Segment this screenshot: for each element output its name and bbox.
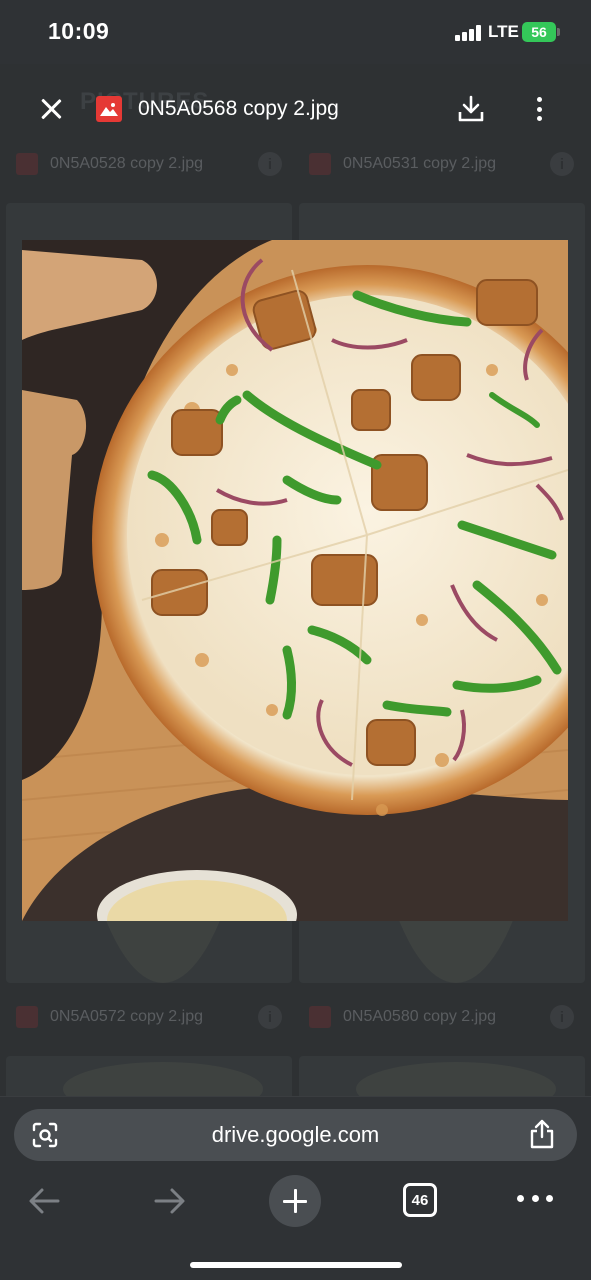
file-title: 0N5A0568 copy 2.jpg [138, 97, 339, 120]
url-bar[interactable]: drive.google.com [14, 1109, 577, 1161]
image-file-icon [309, 153, 331, 175]
home-indicator[interactable] [190, 1262, 402, 1268]
plus-icon[interactable] [269, 1175, 321, 1227]
preview-image [22, 240, 568, 921]
battery-tip [557, 28, 560, 36]
status-time: 10:09 [48, 18, 110, 44]
browser-toolbar: drive.google.com 46 [0, 1096, 591, 1280]
file-name: 0N5A0572 copy 2.jpg [50, 1008, 203, 1025]
file-item[interactable]: 0N5A0580 copy 2.jpg [309, 997, 496, 1037]
navigation-row: 46 [0, 1173, 591, 1229]
more-horizontal-icon[interactable] [517, 1194, 553, 1204]
signal-icon [455, 25, 483, 41]
status-bar: 10:09 LTE 56 [0, 0, 591, 64]
download-icon[interactable] [456, 94, 486, 124]
forward-arrow-icon[interactable] [152, 1185, 188, 1217]
tabs-icon[interactable]: 46 [403, 1183, 437, 1217]
viewer-header: 0N5A0568 copy 2.jpg [0, 80, 591, 140]
battery-level: 56 [531, 24, 547, 40]
info-icon[interactable]: i [550, 152, 574, 176]
battery-icon: 56 [522, 22, 556, 42]
share-icon[interactable] [528, 1119, 556, 1149]
image-file-icon [309, 1006, 331, 1028]
image-file-icon [96, 96, 122, 122]
file-item[interactable]: 0N5A0531 copy 2.jpg [309, 144, 496, 184]
info-icon[interactable]: i [550, 1005, 574, 1029]
image-file-icon [16, 153, 38, 175]
file-name: 0N5A0580 copy 2.jpg [343, 1008, 496, 1025]
screen: 10:09 LTE 56 PICTURES 0N5A0528 copy 2.jp… [0, 0, 591, 1280]
image-file-icon [16, 1006, 38, 1028]
file-name: 0N5A0531 copy 2.jpg [343, 155, 496, 172]
file-name: 0N5A0528 copy 2.jpg [50, 155, 203, 172]
file-thumbnail[interactable] [299, 1056, 585, 1096]
info-icon[interactable]: i [258, 1005, 282, 1029]
file-item[interactable]: 0N5A0572 copy 2.jpg [16, 997, 203, 1037]
file-item[interactable]: 0N5A0528 copy 2.jpg [16, 144, 203, 184]
network-label: LTE [488, 22, 519, 41]
info-icon[interactable]: i [258, 152, 282, 176]
tab-count: 46 [411, 1191, 429, 1209]
file-thumbnail[interactable] [6, 1056, 292, 1096]
more-vertical-icon[interactable] [526, 94, 552, 124]
back-arrow-icon[interactable] [26, 1185, 62, 1217]
close-icon[interactable] [36, 94, 66, 124]
url-text: drive.google.com [211, 1122, 380, 1147]
